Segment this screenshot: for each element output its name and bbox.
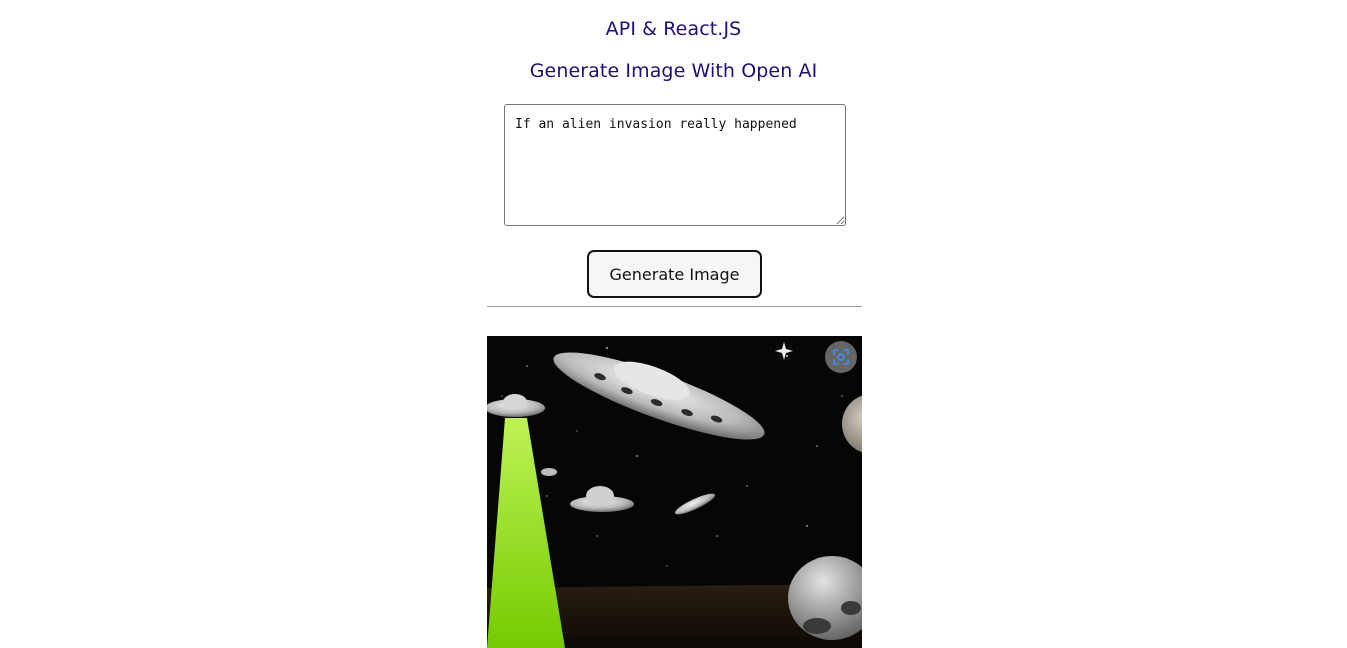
prompt-input[interactable]: If an alien invasion really happened — [504, 104, 846, 226]
page-subtitle: Generate Image With Open AI — [529, 60, 818, 82]
page: API & React.JS Generate Image With Open … — [0, 0, 1347, 648]
generated-image-art — [487, 336, 862, 648]
visual-search-icon[interactable] — [825, 341, 857, 373]
divider — [487, 306, 862, 307]
page-title: API & React.JS — [605, 18, 742, 40]
generate-image-button[interactable]: Generate Image — [587, 250, 762, 298]
generated-image — [487, 336, 862, 648]
